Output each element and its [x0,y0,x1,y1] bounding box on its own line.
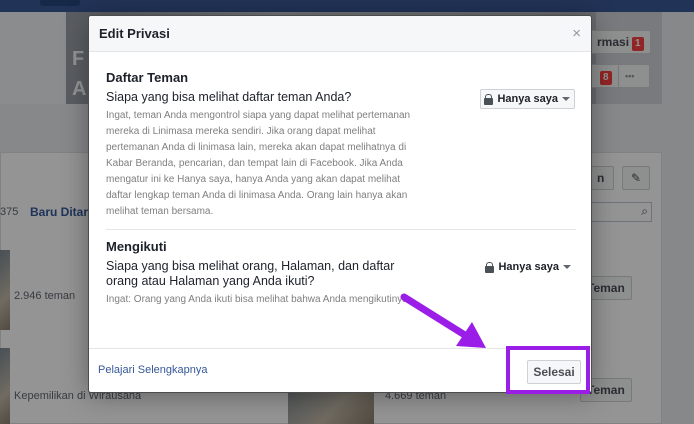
annotation-highlight-box [506,346,590,394]
